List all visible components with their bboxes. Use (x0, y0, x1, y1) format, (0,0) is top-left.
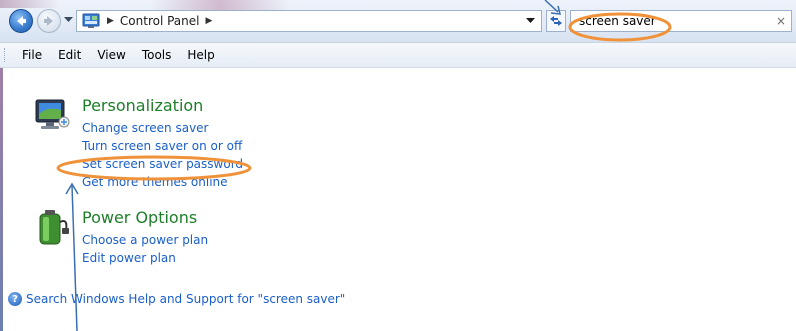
address-dropdown-icon[interactable] (526, 18, 535, 24)
menu-edit[interactable]: Edit (50, 44, 89, 66)
breadcrumb-control-panel[interactable]: Control Panel (120, 14, 200, 28)
refresh-button[interactable] (546, 10, 566, 32)
arrow-left-icon (17, 16, 26, 26)
address-bar[interactable]: ▶ Control Panel ▶ (76, 10, 542, 32)
recent-pages-dropdown-icon[interactable] (64, 17, 73, 23)
control-panel-icon (82, 13, 100, 28)
menu-file[interactable]: File (14, 44, 50, 66)
forward-button[interactable] (37, 9, 61, 33)
breadcrumb-separator[interactable]: ▶ (107, 16, 114, 26)
help-search-link[interactable]: ? Search Windows Help and Support for "s… (8, 292, 345, 306)
search-results: Personalization Change screen saver Turn… (0, 68, 796, 331)
search-input[interactable]: screen saver (579, 14, 656, 28)
menu-help[interactable]: Help (179, 44, 222, 66)
help-icon: ? (8, 292, 22, 306)
battery-icon[interactable] (34, 208, 72, 248)
title-bar-glass (0, 0, 60, 8)
edit-power-plan-link[interactable]: Edit power plan (82, 251, 176, 265)
menu-view[interactable]: View (89, 44, 133, 66)
menu-grip (4, 48, 8, 62)
personalization-title[interactable]: Personalization (82, 96, 203, 115)
breadcrumb-separator-end[interactable]: ▶ (206, 16, 213, 26)
refresh-icon (550, 16, 562, 26)
get-more-themes-link[interactable]: Get more themes online (82, 175, 228, 189)
menu-bar: File Edit View Tools Help (0, 43, 796, 68)
search-box[interactable]: screen saver × (570, 10, 792, 32)
change-screen-saver-link[interactable]: Change screen saver (82, 121, 209, 135)
turn-screen-saver-on-off-link[interactable]: Turn screen saver on or off (82, 139, 242, 153)
power-options-title[interactable]: Power Options (82, 208, 197, 227)
clear-search-icon[interactable]: × (776, 14, 786, 28)
title-bar: ▶ Control Panel ▶ screen saver × (0, 0, 796, 43)
arrow-right-icon (44, 16, 53, 26)
title-bar-glass-highlight (150, 0, 290, 10)
monitor-icon[interactable] (34, 96, 72, 136)
choose-power-plan-link[interactable]: Choose a power plan (82, 233, 208, 247)
help-search-text: Search Windows Help and Support for "scr… (26, 292, 346, 306)
back-button[interactable] (9, 9, 33, 33)
menu-tools[interactable]: Tools (134, 44, 180, 66)
set-screen-saver-password-link[interactable]: Set screen saver password (82, 157, 243, 171)
breadcrumb: ▶ Control Panel ▶ (107, 14, 212, 28)
